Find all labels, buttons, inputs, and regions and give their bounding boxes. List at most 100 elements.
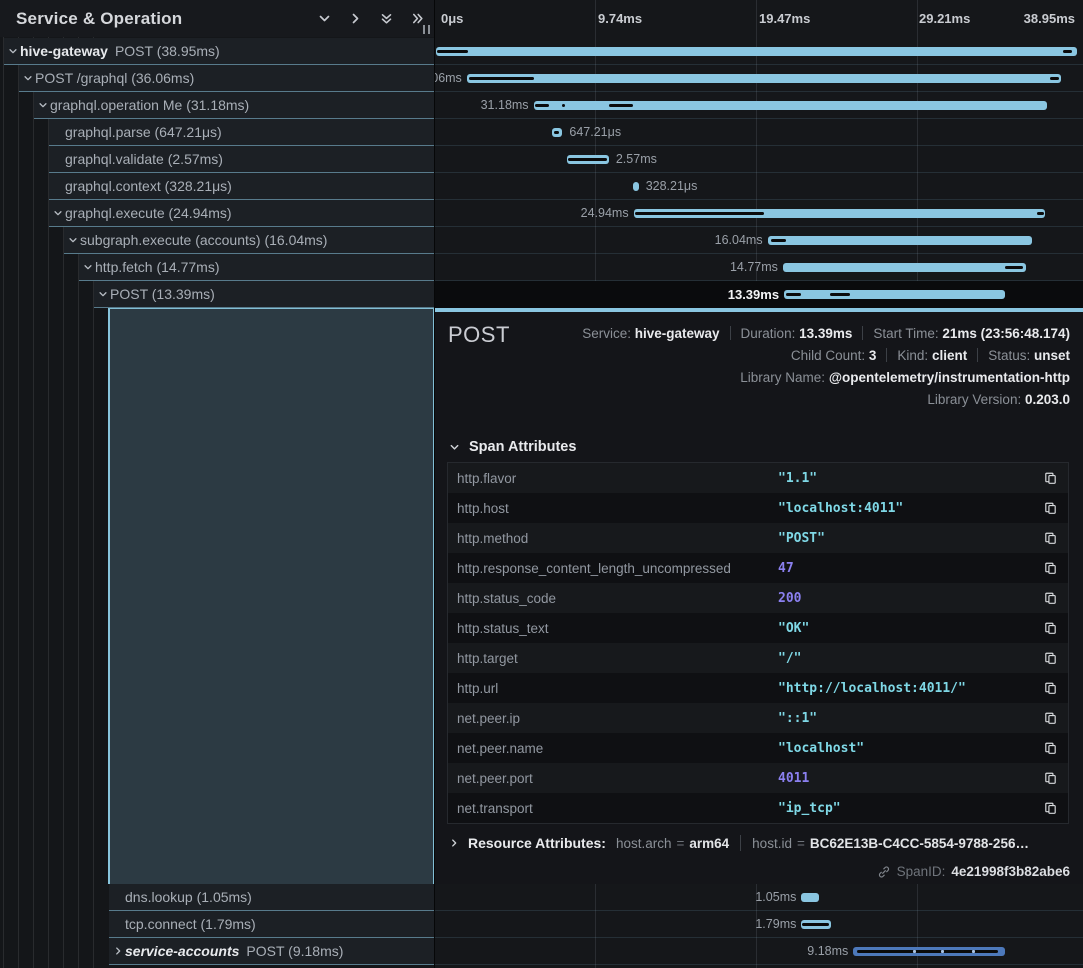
- copy-icon[interactable]: [1032, 741, 1068, 756]
- span-duration-bar[interactable]: [783, 263, 1026, 272]
- span-duration-bar[interactable]: [801, 920, 830, 929]
- attribute-value: "POST": [778, 531, 1032, 546]
- copy-icon[interactable]: [1032, 801, 1068, 816]
- span-row[interactable]: graphql.context (328.21μs)328.21μs: [0, 173, 1083, 200]
- collapse-one-icon[interactable]: [318, 12, 331, 25]
- expand-all-icon[interactable]: [411, 12, 424, 25]
- copy-icon[interactable]: [1032, 771, 1068, 786]
- span-name-cell[interactable]: tcp.connect (1.79ms): [0, 911, 434, 938]
- span-row[interactable]: tcp.connect (1.79ms)1.79ms: [0, 911, 1083, 938]
- operation-name: graphql.validate (2.57ms): [65, 151, 223, 167]
- span-name-cell[interactable]: POST /graphql (36.06ms): [0, 65, 434, 92]
- span-duration-bar[interactable]: [467, 74, 1061, 83]
- span-bar-cell[interactable]: 31.18ms: [434, 92, 1083, 119]
- meta-separator: [886, 348, 887, 362]
- expand-toggle[interactable]: [111, 946, 125, 956]
- indent-spacer: [0, 92, 34, 119]
- span-duration-bar[interactable]: [853, 947, 1004, 956]
- span-bar-cell[interactable]: 24.94ms: [434, 200, 1083, 227]
- attribute-row: net.peer.ip"::1": [448, 703, 1068, 733]
- span-duration-bar[interactable]: [534, 101, 1048, 110]
- span-bar-cell[interactable]: 1.79ms: [434, 911, 1083, 938]
- panel-divider[interactable]: [434, 0, 435, 968]
- span-duration-bar[interactable]: [567, 155, 609, 164]
- span-bar-cell[interactable]: 1.05ms: [434, 884, 1083, 911]
- span-duration-bar[interactable]: [784, 290, 1005, 299]
- attribute-row: http.status_text"OK": [448, 613, 1068, 643]
- resource-attributes-row[interactable]: Resource Attributes:host.arch=arm64host.…: [449, 835, 1029, 851]
- expand-one-icon[interactable]: [349, 12, 362, 25]
- span-name-cell[interactable]: service-accountsPOST (9.18ms): [0, 938, 434, 965]
- span-bar-cell[interactable]: 2.57ms: [434, 146, 1083, 173]
- attribute-value: 47: [778, 561, 1032, 576]
- span-row[interactable]: http.fetch (14.77ms)14.77ms: [0, 254, 1083, 281]
- expand-toggle[interactable]: [21, 73, 35, 83]
- span-bar-cell[interactable]: 13.39ms: [434, 281, 1083, 308]
- span-duration-bar[interactable]: [768, 236, 1032, 245]
- copy-icon[interactable]: [1032, 471, 1068, 486]
- span-bar-cell[interactable]: 9.18ms: [434, 938, 1083, 965]
- copy-icon[interactable]: [1032, 711, 1068, 726]
- span-row[interactable]: POST (13.39ms)13.39ms: [0, 281, 1083, 308]
- expand-toggle[interactable]: [51, 208, 65, 218]
- equals-sign: =: [676, 836, 684, 851]
- meta-value: 0.203.0: [1025, 392, 1070, 407]
- span-duration-bar[interactable]: [633, 182, 638, 191]
- span-bar-cell[interactable]: 14.77ms: [434, 254, 1083, 281]
- span-bar-cell[interactable]: 38.95ms: [434, 38, 1083, 65]
- attribute-value: "::1": [778, 711, 1032, 726]
- span-row[interactable]: graphql.validate (2.57ms) 2.57ms: [0, 146, 1083, 173]
- copy-icon[interactable]: [1032, 621, 1068, 636]
- expand-toggle[interactable]: [66, 235, 80, 245]
- span-duration-bar[interactable]: [436, 47, 1078, 56]
- span-attributes-header[interactable]: Span Attributes: [449, 439, 576, 455]
- expand-toggle[interactable]: [81, 262, 95, 272]
- operation-name: dns.lookup (1.05ms): [125, 889, 252, 905]
- copy-icon[interactable]: [1032, 501, 1068, 516]
- span-title: POST: [448, 322, 510, 348]
- collapse-all-icon[interactable]: [380, 12, 393, 25]
- copy-icon[interactable]: [1032, 561, 1068, 576]
- span-name-cell[interactable]: graphql.validate (2.57ms): [0, 146, 434, 173]
- expand-toggle[interactable]: [36, 100, 50, 110]
- trace-viewer: 0μs9.74ms19.47ms29.21ms38.95ms Service &…: [0, 0, 1083, 968]
- span-duration-bar[interactable]: [801, 893, 818, 902]
- span-row[interactable]: hive-gatewayPOST (38.95ms)38.95ms: [0, 38, 1083, 65]
- span-row[interactable]: POST /graphql (36.06ms)36.06ms: [0, 65, 1083, 92]
- span-name-cell[interactable]: hive-gatewayPOST (38.95ms): [0, 38, 434, 65]
- span-bar-cell[interactable]: 328.21μs: [434, 173, 1083, 200]
- span-row[interactable]: service-accountsPOST (9.18ms)9.18ms: [0, 938, 1083, 965]
- expand-toggle[interactable]: [6, 46, 20, 56]
- span-name: POST /graphql (36.06ms): [19, 65, 434, 92]
- axis-tick: 9.74ms: [598, 0, 642, 37]
- span-row[interactable]: graphql.parse (647.21μs)647.21μs: [0, 119, 1083, 146]
- column-resize-handle[interactable]: [423, 25, 430, 34]
- span-rows: hive-gatewayPOST (38.95ms)38.95msPOST /g…: [0, 38, 1083, 308]
- span-bar-cell[interactable]: 36.06ms: [434, 65, 1083, 92]
- indent-spacer: [0, 884, 109, 911]
- copy-icon[interactable]: [1032, 651, 1068, 666]
- span-name-cell[interactable]: graphql.operation Me (31.18ms): [0, 92, 434, 119]
- attribute-value: 200: [778, 591, 1032, 606]
- span-name-cell[interactable]: graphql.execute (24.94ms): [0, 200, 434, 227]
- span-name-cell[interactable]: graphql.context (328.21μs): [0, 173, 434, 200]
- expand-toggle[interactable]: [96, 289, 110, 299]
- span-name-cell[interactable]: subgraph.execute (accounts) (16.04ms): [0, 227, 434, 254]
- copy-icon[interactable]: [1032, 531, 1068, 546]
- span-name-cell[interactable]: POST (13.39ms): [0, 281, 434, 308]
- copy-icon[interactable]: [1032, 681, 1068, 696]
- copy-icon[interactable]: [1032, 591, 1068, 606]
- span-duration-bar[interactable]: [634, 209, 1045, 218]
- span-name-cell[interactable]: http.fetch (14.77ms): [0, 254, 434, 281]
- span-name-cell[interactable]: graphql.parse (647.21μs): [0, 119, 434, 146]
- attribute-key: net.peer.ip: [448, 711, 778, 726]
- span-meta-line: Child Count: 3Kind: clientStatus: unset: [582, 345, 1070, 367]
- span-name-cell[interactable]: dns.lookup (1.05ms): [0, 884, 434, 911]
- span-bar-cell[interactable]: 16.04ms: [434, 227, 1083, 254]
- span-row[interactable]: dns.lookup (1.05ms) 1.05ms: [0, 884, 1083, 911]
- span-row[interactable]: subgraph.execute (accounts) (16.04ms)16.…: [0, 227, 1083, 254]
- span-bar-cell[interactable]: 647.21μs: [434, 119, 1083, 146]
- span-row[interactable]: graphql.execute (24.94ms)24.94ms: [0, 200, 1083, 227]
- span-row[interactable]: graphql.operation Me (31.18ms)31.18ms: [0, 92, 1083, 119]
- span-duration-bar[interactable]: [552, 128, 563, 137]
